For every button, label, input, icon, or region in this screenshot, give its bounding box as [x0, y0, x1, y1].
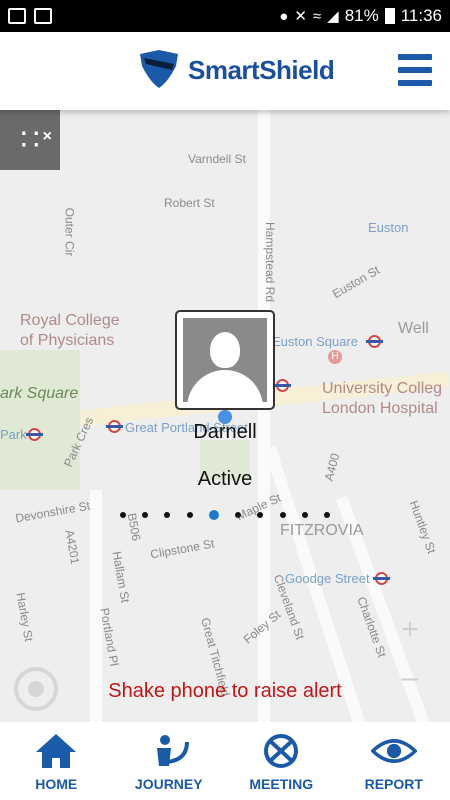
bluetooth-status-button[interactable]: ∷ ×	[0, 110, 60, 170]
map-label: ark Square	[0, 385, 79, 402]
brand-name: SmartShield	[188, 54, 335, 85]
map-label: Varndell St	[188, 152, 246, 166]
map-label: University Colleg	[322, 380, 443, 397]
nav-home-label: HOME	[35, 776, 78, 792]
map-label: Devonshire St	[14, 498, 92, 526]
pager-dot[interactable]	[235, 512, 242, 518]
status-bar: ● ✕ ≈ ◢ 81% 11:36	[0, 0, 450, 32]
pager-dot[interactable]	[208, 510, 219, 520]
map-view[interactable]: Varndell St Robert St Euston Euston St H…	[0, 110, 450, 722]
location-icon: ●	[279, 7, 289, 25]
zoom-in-button[interactable]: +	[390, 610, 430, 650]
bluetooth-icon: ∷	[20, 123, 40, 157]
menu-bar	[398, 80, 432, 86]
map-label: Harley St	[13, 591, 36, 643]
map-label: London Hospital	[322, 400, 438, 417]
shake-alert-hint: Shake phone to raise alert	[108, 680, 342, 702]
map-label: Euston St	[329, 262, 383, 302]
pager-dot[interactable]	[257, 512, 264, 518]
wifi-icon: ≈	[312, 7, 322, 25]
nav-journey[interactable]: JOURNEY	[113, 722, 226, 800]
signal-icon: ◢	[327, 8, 339, 25]
map-label: Royal College	[20, 312, 120, 329]
pager-indicator[interactable]	[120, 508, 330, 522]
map-label: Goodge Street	[285, 571, 370, 586]
tube-station-icon	[373, 572, 390, 585]
battery-icon	[384, 8, 395, 24]
nav-home[interactable]: HOME	[0, 722, 113, 800]
map-label: Well	[398, 320, 429, 337]
meeting-icon	[258, 732, 304, 770]
clock: 11:36	[400, 6, 442, 25]
menu-bar	[398, 67, 432, 73]
menu-bar	[398, 54, 432, 60]
journey-icon	[146, 732, 192, 770]
contact-avatar[interactable]	[175, 310, 275, 410]
bottom-nav: HOME JOURNEY MEETING REPORT	[0, 722, 450, 800]
map-label: FITZROVIA	[280, 522, 364, 539]
map-label: A4201	[62, 528, 83, 566]
map-label: of Physicians	[20, 332, 115, 349]
pager-dot[interactable]	[279, 512, 286, 518]
nav-report[interactable]: REPORT	[338, 722, 450, 800]
pager-dot[interactable]	[301, 512, 308, 518]
eye-icon	[370, 732, 417, 770]
map-label: Euston	[368, 220, 409, 235]
pager-dot[interactable]	[164, 512, 171, 518]
nav-journey-label: JOURNEY	[134, 776, 203, 792]
disconnected-icon: ×	[42, 128, 52, 145]
image-notification-icon	[34, 8, 52, 24]
tube-station-icon	[274, 379, 291, 392]
contact-name: Darnell	[193, 421, 257, 443]
map-label: Clipstone St	[149, 536, 216, 562]
menu-button[interactable]	[398, 54, 432, 86]
pager-dot[interactable]	[142, 512, 149, 518]
tube-station-icon	[366, 335, 383, 348]
hospital-icon: H	[328, 350, 342, 364]
nav-meeting-label: MEETING	[249, 776, 314, 792]
pager-dot[interactable]	[186, 512, 193, 518]
shield-logo-icon	[140, 50, 178, 88]
map-label: Huntley St	[406, 498, 439, 556]
brand-logo: SmartShield	[138, 50, 335, 90]
map-label: Euston Square	[272, 334, 359, 349]
shield-notification-icon	[8, 8, 26, 24]
contact-status: Active	[197, 468, 253, 490]
pager-dot[interactable]	[120, 512, 126, 518]
person-placeholder-icon	[183, 318, 267, 402]
pager-dot[interactable]	[323, 512, 330, 518]
battery-percent: 81%	[344, 6, 379, 25]
nav-report-label: REPORT	[364, 776, 423, 792]
map-label: Hampstead Rd	[263, 221, 278, 303]
mute-icon: ✕	[294, 8, 307, 25]
nav-meeting[interactable]: MEETING	[225, 722, 338, 800]
map-label: Hallam St	[109, 550, 133, 604]
app-header: SmartShield	[0, 32, 450, 110]
home-icon	[33, 732, 79, 770]
map-label: Outer Cir	[62, 207, 77, 257]
map-label: Robert St	[164, 196, 215, 210]
